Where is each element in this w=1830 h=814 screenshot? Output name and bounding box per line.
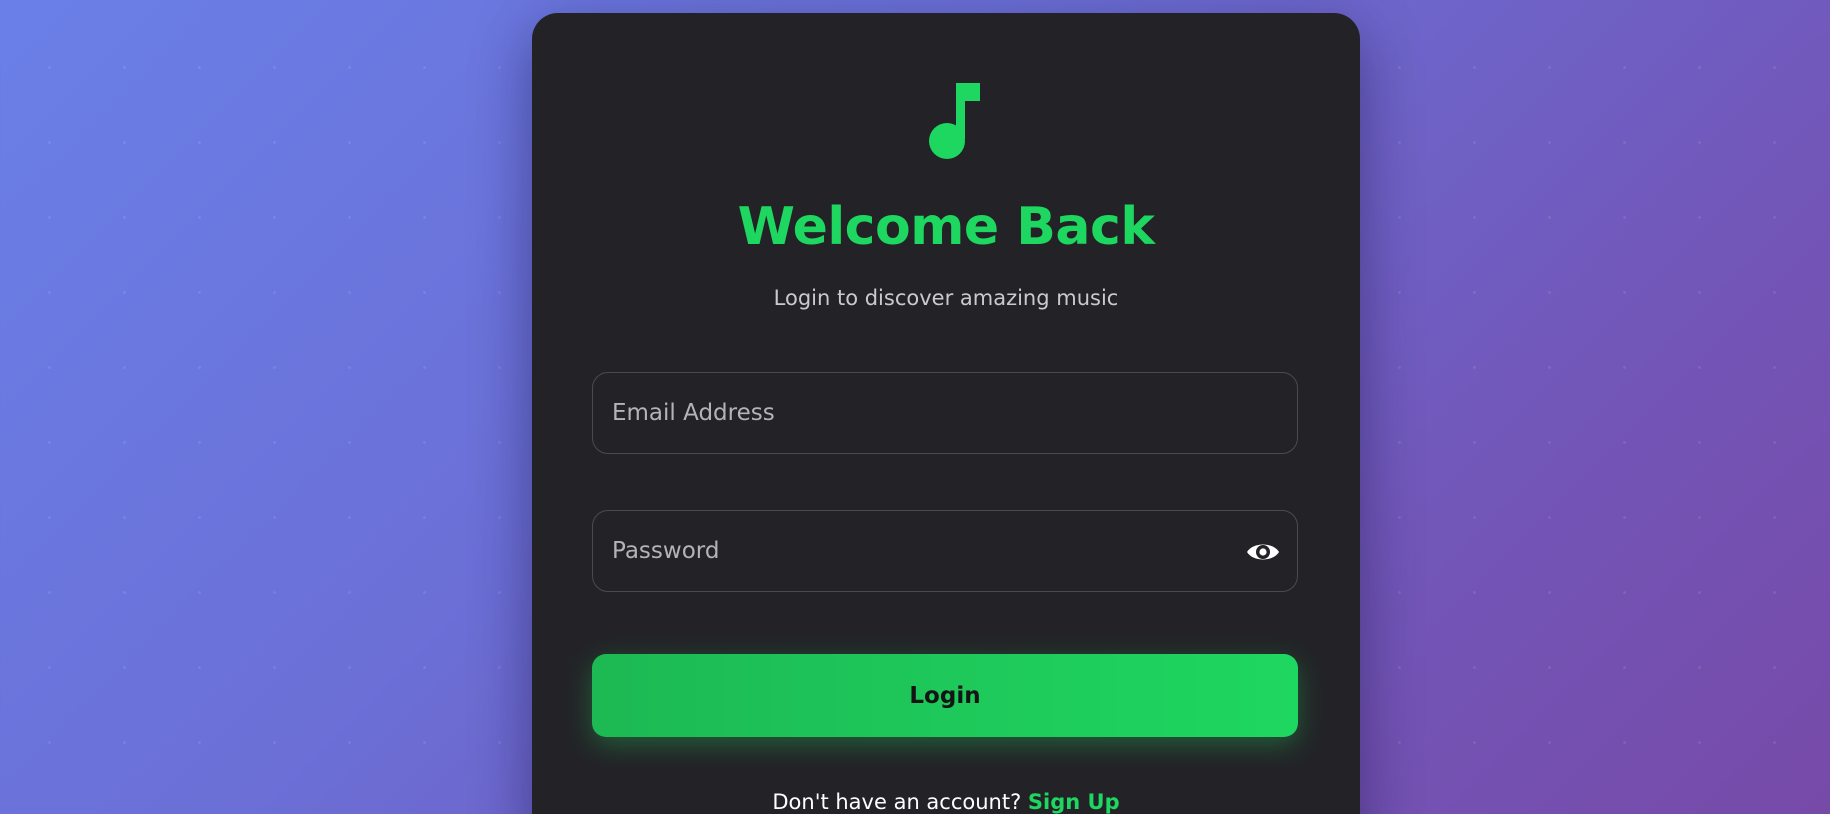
page-title: Welcome Back	[737, 197, 1155, 257]
music-note-icon	[929, 83, 980, 159]
login-button[interactable]: Login	[592, 654, 1298, 737]
password-field-container	[592, 510, 1298, 592]
signup-link[interactable]: Sign Up	[1028, 790, 1120, 814]
signup-prompt: Don't have an account? Sign Up	[532, 788, 1360, 814]
email-field-container	[592, 372, 1298, 454]
login-card: Welcome Back Login to discover amazing m…	[532, 13, 1360, 814]
page-subtitle: Login to discover amazing music	[773, 286, 1119, 310]
email-field[interactable]	[593, 373, 1297, 453]
signup-prompt-text: Don't have an account?	[772, 790, 1022, 814]
eye-icon[interactable]	[1245, 535, 1281, 569]
password-field[interactable]	[593, 511, 1297, 591]
